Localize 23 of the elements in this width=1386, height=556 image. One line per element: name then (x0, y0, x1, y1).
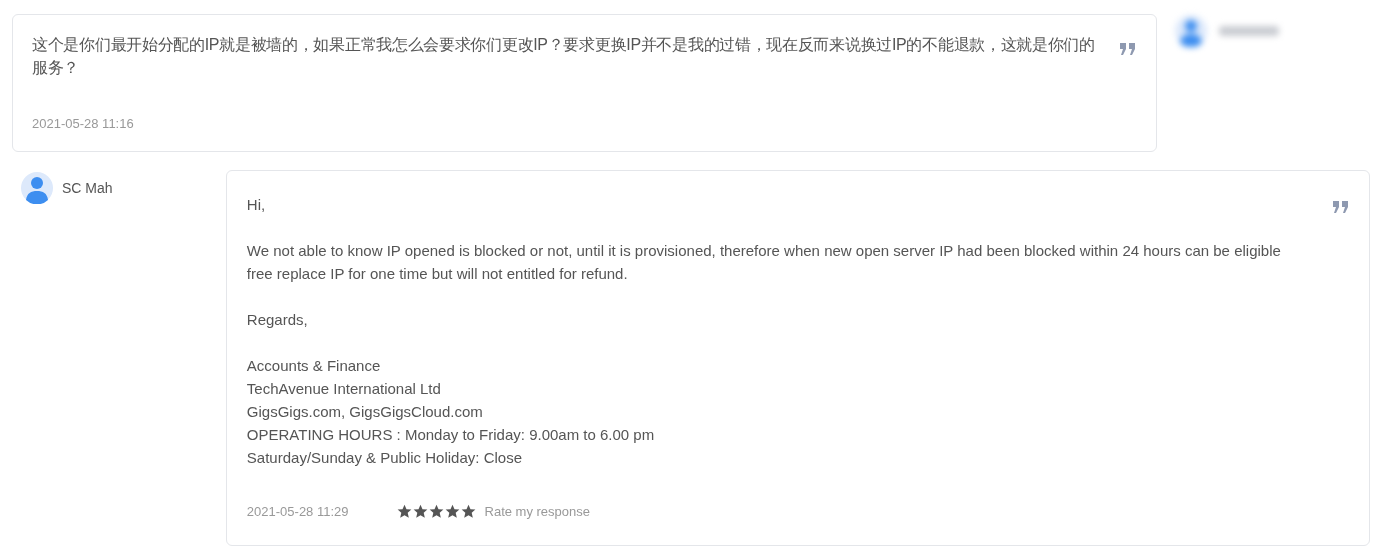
redacted-name (1219, 26, 1279, 36)
star-icon[interactable] (396, 504, 412, 519)
message-text: GigsGigs.com, GigsGigsCloud.com (246, 402, 484, 422)
avatar-icon (21, 172, 53, 204)
message-text: Hi, (246, 195, 267, 215)
author-name: SC Mah (62, 179, 113, 198)
star-icon[interactable] (428, 504, 444, 519)
quote-icon (1333, 201, 1349, 213)
message-text: 这个是你们最开始分配的IP就是被墙的，如果正常我怎么会要求你们更改IP？要求更换IP并不是我的过错，现在反而来说换过IP的不能退款，这就是你们的服务？ (32, 35, 1096, 78)
message-text: We not able to know IP opened is blocked or not, until it is provisioned, therefore when new open server IP had been blocked within 24 hours can be eligible free replace IP for one time but will not entitled for refund. (246, 241, 1282, 284)
message-text: OPERATING HOURS : Monday to Friday: 9.00am to 6.00 pm (246, 425, 656, 445)
timestamp: 2021-05-28 11:16 (32, 116, 135, 131)
star-icon[interactable] (444, 504, 460, 519)
message-text: Regards, (246, 310, 309, 330)
star-icon[interactable] (460, 504, 476, 519)
rate-label: Rate my response (484, 504, 591, 519)
message-text: Saturday/Sunday & Public Holiday: Close (246, 448, 523, 468)
star-icon[interactable] (412, 504, 428, 519)
timestamp: 2021-05-28 11:29 (246, 504, 349, 519)
message-text: Accounts & Finance (246, 356, 382, 376)
message-text: TechAvenue International Ltd (246, 379, 442, 399)
quote-icon (1120, 43, 1136, 55)
avatar-icon (1175, 15, 1207, 47)
